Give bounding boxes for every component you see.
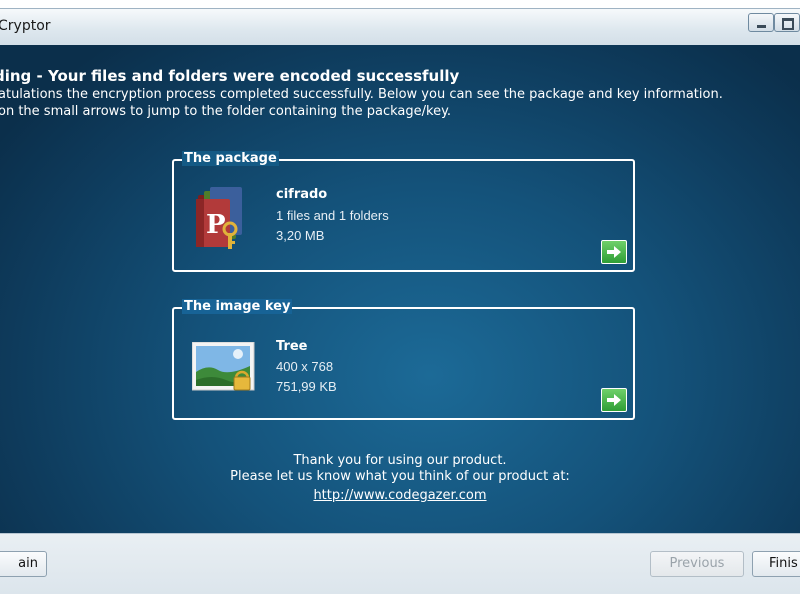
image-key-dimensions: 400 x 768	[276, 359, 334, 374]
arrow-right-icon	[607, 394, 621, 406]
wizard-content: ding - Your files and folders were encod…	[0, 45, 800, 533]
minimize-button[interactable]	[748, 13, 774, 32]
page-description: atulations the encryption process comple…	[0, 86, 723, 120]
feedback-text: Please let us know what you think of our…	[230, 469, 570, 484]
description-line-2: on the small arrows to jump to the folde…	[0, 104, 452, 119]
page-title-prefix: ding -	[0, 67, 43, 85]
package-size: 3,20 MB	[276, 228, 325, 243]
app-window: Cryptor ding - Your files and folders we…	[0, 8, 800, 594]
page-title: ding - Your files and folders were encod…	[0, 67, 459, 85]
package-name: cifrado	[276, 187, 328, 202]
package-contents: 1 files and 1 folders	[276, 208, 389, 223]
website-link[interactable]: http://www.codegazer.com	[313, 488, 486, 503]
maximize-button[interactable]	[774, 13, 800, 32]
window-title: Cryptor	[0, 18, 51, 34]
finish-button[interactable]: Finis	[752, 551, 800, 577]
image-key-legend: The image key	[182, 299, 293, 314]
arrow-right-icon	[607, 246, 621, 258]
main-button[interactable]: ain	[0, 551, 47, 577]
open-package-folder-button[interactable]	[601, 240, 627, 264]
previous-button[interactable]: Previous	[650, 551, 744, 577]
open-key-folder-button[interactable]	[601, 388, 627, 412]
website-link-row: http://www.codegazer.com	[0, 488, 800, 503]
page-title-main: Your files and folders were encoded succ…	[47, 67, 460, 85]
package-legend: The package	[182, 151, 279, 166]
image-key-name: Tree	[276, 339, 308, 354]
title-bar: Cryptor	[0, 9, 800, 45]
svg-text:P: P	[206, 210, 226, 240]
image-icon	[192, 342, 255, 391]
image-key-size: 751,99 KB	[276, 379, 337, 394]
package-group: The package P cifrado 1 files and 1 fold…	[172, 151, 635, 272]
thanks-text: Thank you for using our product.	[293, 453, 507, 468]
button-bar: ain Previous Finis	[0, 533, 800, 594]
image-key-group: The image key Tree 400 x 768 751,99 KB	[172, 299, 635, 420]
description-line-1: atulations the encryption process comple…	[0, 87, 723, 102]
package-icon: P	[196, 187, 242, 249]
